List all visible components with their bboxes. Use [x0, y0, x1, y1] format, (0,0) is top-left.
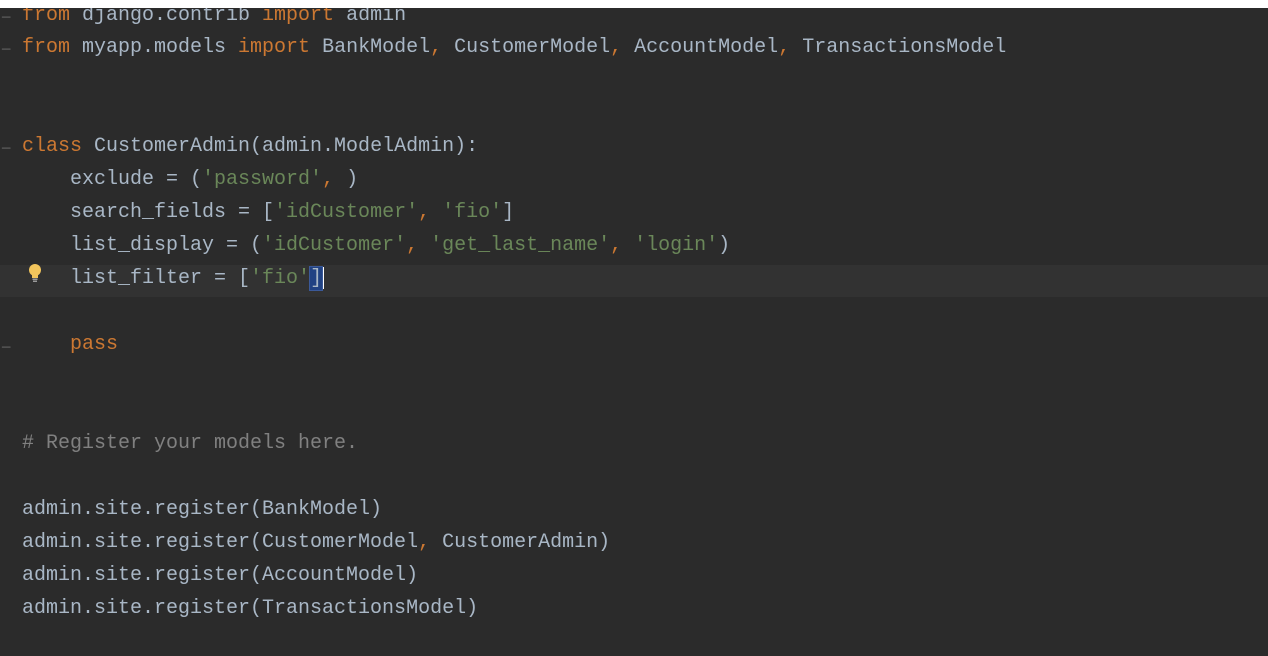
- comma-token: ,: [322, 168, 335, 191]
- identifier-token: CustomerModel: [442, 36, 611, 59]
- string-token: 'fio': [250, 267, 311, 290]
- identifier-token: exclude = (: [22, 168, 203, 191]
- fold-marker-icon[interactable]: ─: [2, 11, 12, 25]
- keyword-token: import: [238, 36, 311, 59]
- comment-token: # Register your models here.: [22, 432, 359, 455]
- lightbulb-icon[interactable]: [28, 263, 42, 283]
- comma-token: ,: [406, 234, 419, 257]
- fold-marker-icon[interactable]: ─: [2, 43, 12, 57]
- code-line-9-current[interactable]: list_filter = ['fio']: [0, 265, 1268, 297]
- identifier-token: ]: [502, 201, 515, 224]
- identifier-token: list_display = (: [22, 234, 263, 257]
- fold-marker-icon[interactable]: ─: [2, 341, 12, 355]
- string-token: 'password': [202, 168, 323, 191]
- string-token: 'idCustomer': [262, 234, 407, 257]
- identifier-token: admin.site.register(AccountModel): [22, 564, 419, 587]
- string-token: 'login': [622, 234, 719, 257]
- editor-gutter: ─ ─ ─ ─: [0, 8, 20, 656]
- identifier-token: CustomerAdmin): [430, 531, 611, 554]
- identifier-token: myapp.models: [70, 36, 239, 59]
- identifier-token: BankModel: [310, 36, 431, 59]
- code-editor[interactable]: ─ ─ ─ ─ from django.contrib import admin…: [0, 8, 1268, 656]
- code-line-14: # Register your models here.: [22, 430, 358, 462]
- text-caret: [322, 266, 325, 289]
- screenshot-page: ─ ─ ─ ─ from django.contrib import admin…: [0, 0, 1268, 656]
- comma-token: ,: [418, 531, 431, 554]
- string-token: 'idCustomer': [274, 201, 419, 224]
- identifier-token: AccountModel: [622, 36, 779, 59]
- code-line-2: from myapp.models import BankModel, Cust…: [22, 34, 1006, 66]
- comma-token: ,: [430, 36, 443, 59]
- code-line-19: admin.site.register(TransactionsModel): [22, 595, 478, 627]
- fold-marker-icon[interactable]: ─: [2, 142, 12, 156]
- comma-token: ,: [778, 36, 791, 59]
- identifier-token: list_filter = [: [22, 267, 251, 290]
- identifier-token: django.contrib: [70, 8, 263, 27]
- comma-token: ,: [418, 201, 431, 224]
- code-line-8: list_display = ('idCustomer', 'get_last_…: [22, 232, 730, 264]
- comma-token: ,: [610, 234, 623, 257]
- identifier-token: search_fields = [: [22, 201, 275, 224]
- matched-bracket-highlight: ]: [309, 266, 324, 291]
- keyword-token: import: [262, 8, 335, 27]
- code-line-6: exclude = ('password', ): [22, 166, 358, 198]
- identifier-token: admin.site.register(TransactionsModel): [22, 597, 479, 620]
- string-token: 'get_last_name': [418, 234, 611, 257]
- code-line-17: admin.site.register(CustomerModel, Custo…: [22, 529, 610, 561]
- code-line-11: pass: [22, 331, 118, 363]
- identifier-token: ): [718, 234, 731, 257]
- identifier-token: admin.site.register(CustomerModel: [22, 531, 419, 554]
- code-line-7: search_fields = ['idCustomer', 'fio']: [22, 199, 514, 231]
- keyword-token: from: [22, 8, 71, 27]
- identifier-token: admin.site.register(BankModel): [22, 498, 383, 521]
- keyword-token: pass: [22, 333, 119, 356]
- string-token: 'fio': [430, 201, 503, 224]
- code-line-1: from django.contrib import admin: [22, 8, 406, 34]
- comma-token: ,: [610, 36, 623, 59]
- identifier-token: CustomerAdmin(admin.ModelAdmin):: [82, 135, 479, 158]
- code-line-5: class CustomerAdmin(admin.ModelAdmin):: [22, 133, 478, 165]
- identifier-token: ): [334, 168, 359, 191]
- code-line-18: admin.site.register(AccountModel): [22, 562, 418, 594]
- keyword-token: from: [22, 36, 71, 59]
- keyword-token: class: [22, 135, 83, 158]
- identifier-token: TransactionsModel: [790, 36, 1007, 59]
- code-line-16: admin.site.register(BankModel): [22, 496, 382, 528]
- identifier-token: admin: [334, 8, 407, 27]
